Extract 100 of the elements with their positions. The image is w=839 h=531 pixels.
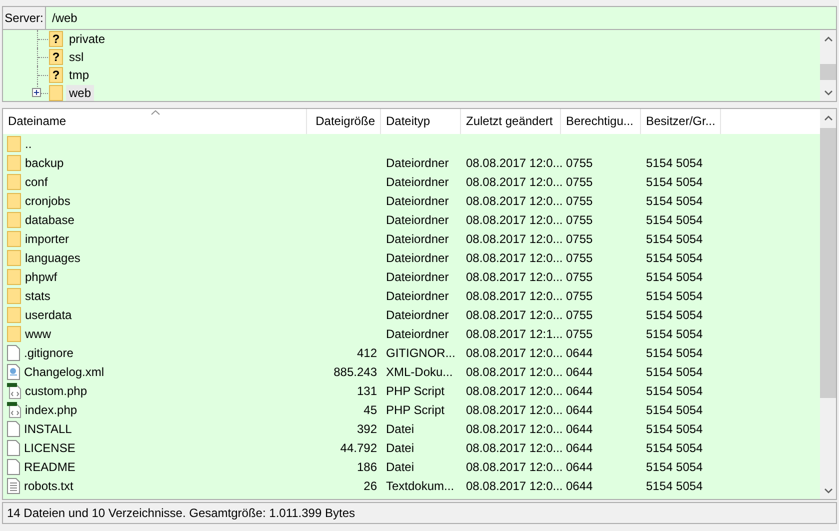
table-cell: 0755 <box>566 270 593 284</box>
file-name[interactable]: conf <box>25 172 48 190</box>
table-cell: Dateiordner <box>386 270 449 284</box>
table-cell: 412 <box>356 346 377 360</box>
file-name[interactable]: Changelog.xml <box>24 362 104 380</box>
folder-icon <box>49 85 63 101</box>
table-cell: 5154 5054 <box>646 402 703 416</box>
file-name[interactable]: cronjobs <box>25 192 70 210</box>
table-cell: 44.792 <box>340 440 377 454</box>
table-cell: Dateiordner <box>386 156 449 170</box>
column-header[interactable]: Besitzer/Gr... <box>641 109 721 134</box>
table-cell: 08.08.2017 12:0... <box>466 440 563 454</box>
tree-item[interactable]: private <box>66 31 108 47</box>
table-cell: 0755 <box>566 194 593 208</box>
table-cell: 186 <box>356 460 377 474</box>
table-cell: 131 <box>356 384 377 398</box>
tree-item[interactable]: web <box>66 85 94 101</box>
table-cell: 5154 5054 <box>646 326 703 340</box>
table-cell: Dateiordner <box>386 232 449 246</box>
folder-icon <box>7 154 21 170</box>
column-header[interactable]: Dateigröße <box>307 109 381 134</box>
php-file-icon <box>7 382 21 398</box>
scroll-thumb[interactable] <box>820 128 836 398</box>
table-cell: 08.08.2017 12:0... <box>466 308 563 322</box>
table-cell: 08.08.2017 12:0... <box>466 478 563 492</box>
table-cell: 5154 5054 <box>646 460 703 474</box>
table-cell: 885.243 <box>334 364 377 378</box>
table-cell: 0755 <box>566 232 593 246</box>
column-header[interactable]: Zuletzt geändert <box>461 109 561 134</box>
expand-icon[interactable] <box>32 88 41 97</box>
file-icon <box>7 440 20 456</box>
file-name[interactable]: backup <box>25 154 64 172</box>
table-cell: 08.08.2017 12:1... <box>466 326 563 340</box>
folder-icon <box>7 174 21 190</box>
file-name[interactable]: stats <box>25 286 50 304</box>
table-cell: Datei <box>386 440 414 454</box>
file-icon <box>7 344 20 360</box>
folder-icon <box>7 212 21 228</box>
table-cell: XML-Doku... <box>386 364 453 378</box>
table-cell: 5154 5054 <box>646 174 703 188</box>
file-name[interactable]: custom.php <box>25 382 88 400</box>
folder-icon <box>7 250 21 266</box>
tree-item[interactable]: tmp <box>66 67 92 83</box>
php-file-icon <box>7 402 21 418</box>
tree-scrollbar[interactable] <box>820 30 836 101</box>
table-cell: 5154 5054 <box>646 440 703 454</box>
file-name[interactable]: phpwf <box>25 268 58 286</box>
file-name[interactable]: .. <box>25 134 32 152</box>
folder-icon <box>7 326 21 342</box>
column-header[interactable]: Dateiname <box>3 109 307 134</box>
table-cell: 08.08.2017 12:0... <box>466 402 563 416</box>
file-name[interactable]: .gitignore <box>24 344 74 362</box>
table-cell: 0644 <box>566 478 593 492</box>
file-name[interactable]: LICENSE <box>24 438 76 456</box>
xml-file-icon <box>7 364 20 380</box>
file-name[interactable]: userdata <box>25 306 72 324</box>
table-cell: 0755 <box>566 156 593 170</box>
table-cell: 0755 <box>566 308 593 322</box>
table-cell: 5154 5054 <box>646 250 703 264</box>
table-cell: 08.08.2017 12:0... <box>466 194 563 208</box>
table-cell: 5154 5054 <box>646 270 703 284</box>
table-cell: 5154 5054 <box>646 478 703 492</box>
unknown-folder-icon: ? <box>49 31 63 47</box>
status-bar: 14 Dateien und 10 Verzeichnisse. Gesamtgröße: 1.011.399 Bytes <box>2 502 837 524</box>
file-name[interactable]: README <box>24 458 76 476</box>
file-name[interactable]: importer <box>25 230 70 248</box>
table-cell: Dateiordner <box>386 212 449 226</box>
file-name[interactable]: index.php <box>25 400 78 418</box>
table-cell: 0644 <box>566 364 593 378</box>
table-cell: 08.08.2017 12:0... <box>466 460 563 474</box>
table-cell: 0644 <box>566 402 593 416</box>
file-name[interactable]: www <box>25 324 51 342</box>
table-cell: 26 <box>364 478 377 492</box>
table-cell: 5154 5054 <box>646 384 703 398</box>
table-cell: 0644 <box>566 440 593 454</box>
table-cell: 5154 5054 <box>646 288 703 302</box>
column-header[interactable]: Dateityp <box>381 109 461 134</box>
file-name[interactable]: database <box>25 210 74 228</box>
file-name[interactable]: languages <box>25 248 80 266</box>
file-name[interactable]: INSTALL <box>24 420 72 438</box>
table-cell: Dateiordner <box>386 326 449 340</box>
table-cell: 08.08.2017 12:0... <box>466 422 563 436</box>
table-cell: 0755 <box>566 250 593 264</box>
table-cell: 08.08.2017 12:0... <box>466 384 563 398</box>
tree-item[interactable]: ssl <box>66 49 87 65</box>
table-cell: Datei <box>386 422 414 436</box>
table-cell: 0644 <box>566 346 593 360</box>
table-cell: 5154 5054 <box>646 364 703 378</box>
list-scrollbar[interactable] <box>820 109 836 499</box>
table-cell: 5154 5054 <box>646 212 703 226</box>
table-cell: Dateiordner <box>386 288 449 302</box>
scroll-thumb[interactable] <box>820 64 836 80</box>
file-name[interactable]: robots.txt <box>24 476 74 494</box>
table-cell: Datei <box>386 460 414 474</box>
table-cell: Dateiordner <box>386 174 449 188</box>
table-cell: GITIGNOR... <box>386 346 456 360</box>
folder-icon <box>7 230 21 246</box>
table-cell: Dateiordner <box>386 250 449 264</box>
column-header[interactable]: Berechtigu... <box>561 109 641 134</box>
table-cell: 5154 5054 <box>646 232 703 246</box>
